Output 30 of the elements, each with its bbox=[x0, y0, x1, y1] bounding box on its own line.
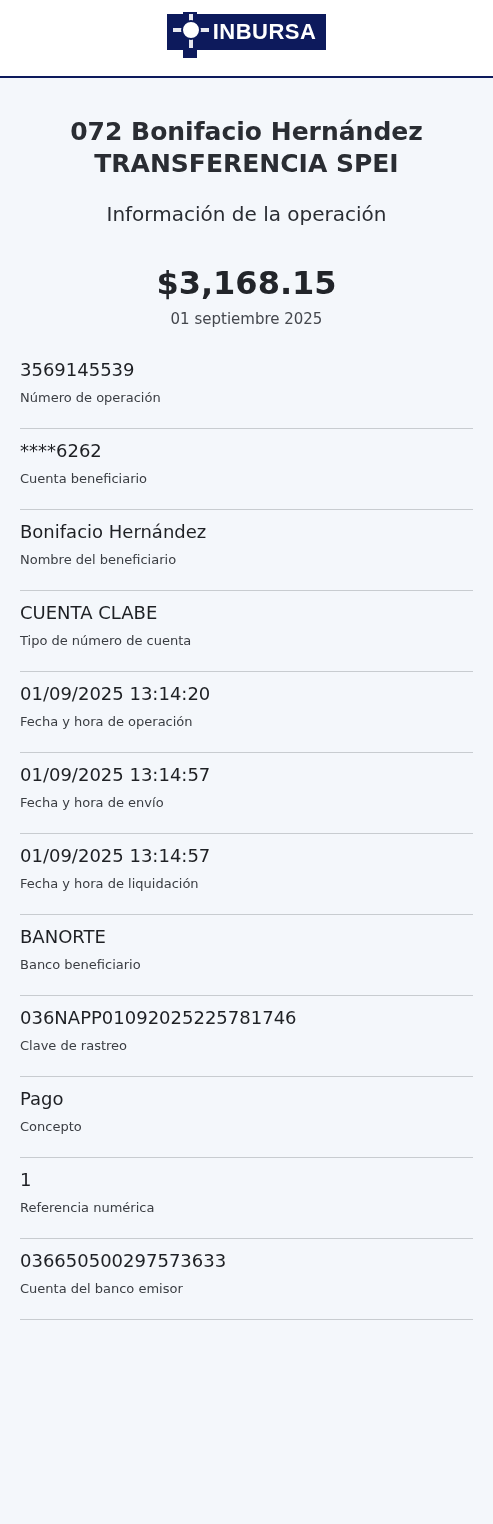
detail-label: Clave de rastreo bbox=[20, 1038, 128, 1053]
detail-label: Referencia numérica bbox=[20, 1200, 155, 1215]
transfer-title: TRANSFERENCIA SPEI bbox=[94, 148, 399, 180]
detail-value: 036650500297573633 bbox=[20, 1249, 227, 1273]
logo-text: INBURSA bbox=[212, 18, 317, 46]
detail-value: 01/09/2025 13:14:57 bbox=[20, 844, 211, 868]
detail-value: Bonifacio Hernández bbox=[20, 520, 207, 544]
detail-label: Fecha y hora de envío bbox=[20, 795, 164, 810]
transfer-title: 072 Bonifacio Hernández bbox=[70, 116, 423, 148]
detail-value: 1 bbox=[20, 1168, 32, 1192]
detail-label: Nombre del beneficiario bbox=[20, 552, 177, 567]
detail-label: Cuenta beneficiario bbox=[20, 471, 148, 486]
detail-label: Cuenta del banco emisor bbox=[20, 1281, 183, 1296]
section-subtitle: Información de la operación bbox=[106, 202, 387, 226]
detail-value: 036NAPP01092025225781746 bbox=[20, 1006, 297, 1030]
detail-value: Pago bbox=[20, 1087, 64, 1111]
date: 01 septiembre 2025 bbox=[170, 310, 323, 328]
detail-value: 01/09/2025 13:14:57 bbox=[20, 763, 211, 787]
detail-label: Número de operación bbox=[20, 390, 161, 405]
detail-value: 3569145539 bbox=[20, 358, 135, 382]
detail-value: 01/09/2025 13:14:20 bbox=[20, 682, 211, 706]
detail-value: CUENTA CLABE bbox=[20, 601, 158, 625]
detail-value: ****6262 bbox=[20, 439, 102, 463]
detail-label: Fecha y hora de liquidación bbox=[20, 876, 199, 891]
detail-label: Concepto bbox=[20, 1119, 82, 1134]
detail-label: Fecha y hora de operación bbox=[20, 714, 193, 729]
detail-value: BANORTE bbox=[20, 925, 106, 949]
detail-label: Tipo de número de cuenta bbox=[20, 633, 192, 648]
detail-label: Banco beneficiario bbox=[20, 957, 141, 972]
amount: $3,168.15 bbox=[156, 264, 337, 302]
